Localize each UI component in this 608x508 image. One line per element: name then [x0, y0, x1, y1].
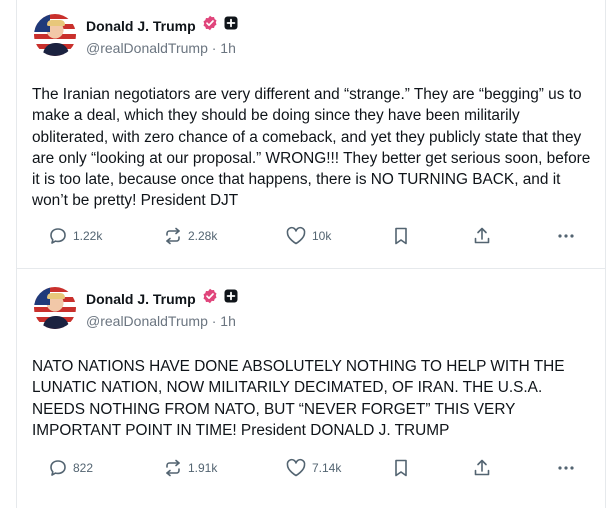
- repost-count: 1.91k: [188, 461, 218, 475]
- author-handle[interactable]: @realDonaldTrump: [86, 40, 208, 56]
- feed: Donald J. Trump @realDonaldTrump · 1h Th…: [16, 0, 606, 508]
- action-bar: 822 1.91k 7.14k: [17, 456, 605, 480]
- author-name[interactable]: Donald J. Trump: [86, 291, 196, 307]
- reply-count: 1.22k: [73, 229, 103, 243]
- author-handle-row: @realDonaldTrump · 1h: [86, 313, 236, 329]
- more-button[interactable]: [556, 224, 576, 248]
- reply-icon: [48, 458, 68, 478]
- share-button[interactable]: [472, 224, 492, 248]
- more-icon: [556, 226, 576, 246]
- reply-count: 822: [73, 461, 94, 475]
- share-button[interactable]: [472, 456, 492, 480]
- repost-count: 2.28k: [188, 229, 218, 243]
- action-bar: 1.22k 2.28k 10k: [17, 224, 605, 248]
- avatar[interactable]: [34, 287, 76, 329]
- bookmark-icon: [392, 458, 410, 478]
- repost-button[interactable]: 1.91k: [163, 456, 217, 480]
- avatar[interactable]: [34, 14, 76, 56]
- author-handle-row: @realDonaldTrump · 1h: [86, 40, 236, 56]
- reply-icon: [48, 226, 68, 246]
- post-time: · 1h: [211, 313, 236, 329]
- repost-button[interactable]: 2.28k: [163, 224, 217, 248]
- like-count: 10k: [312, 229, 332, 243]
- plus-badge-icon: [224, 16, 238, 35]
- share-icon: [472, 458, 492, 478]
- verified-badge-icon: [202, 288, 218, 309]
- author-name[interactable]: Donald J. Trump: [86, 18, 196, 34]
- like-button[interactable]: 10k: [285, 224, 331, 248]
- reply-button[interactable]: 822: [48, 456, 93, 480]
- bookmark-button[interactable]: [392, 456, 410, 480]
- post-text: The Iranian negotiators are very differe…: [32, 86, 591, 210]
- more-button[interactable]: [556, 456, 576, 480]
- author-row: Donald J. Trump: [86, 288, 238, 309]
- repost-icon: [163, 226, 183, 246]
- bookmark-button[interactable]: [392, 224, 410, 248]
- author-row: Donald J. Trump: [86, 15, 238, 36]
- post-time: · 1h: [211, 40, 236, 56]
- reply-button[interactable]: 1.22k: [48, 224, 102, 248]
- more-icon: [556, 458, 576, 478]
- share-icon: [472, 226, 492, 246]
- like-count: 7.14k: [312, 461, 342, 475]
- post-text: NATO NATIONS HAVE DONE ABSOLUTELY NOTHIN…: [32, 358, 565, 439]
- like-button[interactable]: 7.14k: [285, 456, 341, 480]
- verified-badge-icon: [202, 15, 218, 36]
- plus-badge-icon: [224, 289, 238, 308]
- author-handle[interactable]: @realDonaldTrump: [86, 313, 208, 329]
- like-icon: [285, 458, 307, 478]
- like-icon: [285, 226, 307, 246]
- post[interactable]: Donald J. Trump @realDonaldTrump · 1h Th…: [17, 0, 605, 269]
- bookmark-icon: [392, 226, 410, 246]
- repost-icon: [163, 458, 183, 478]
